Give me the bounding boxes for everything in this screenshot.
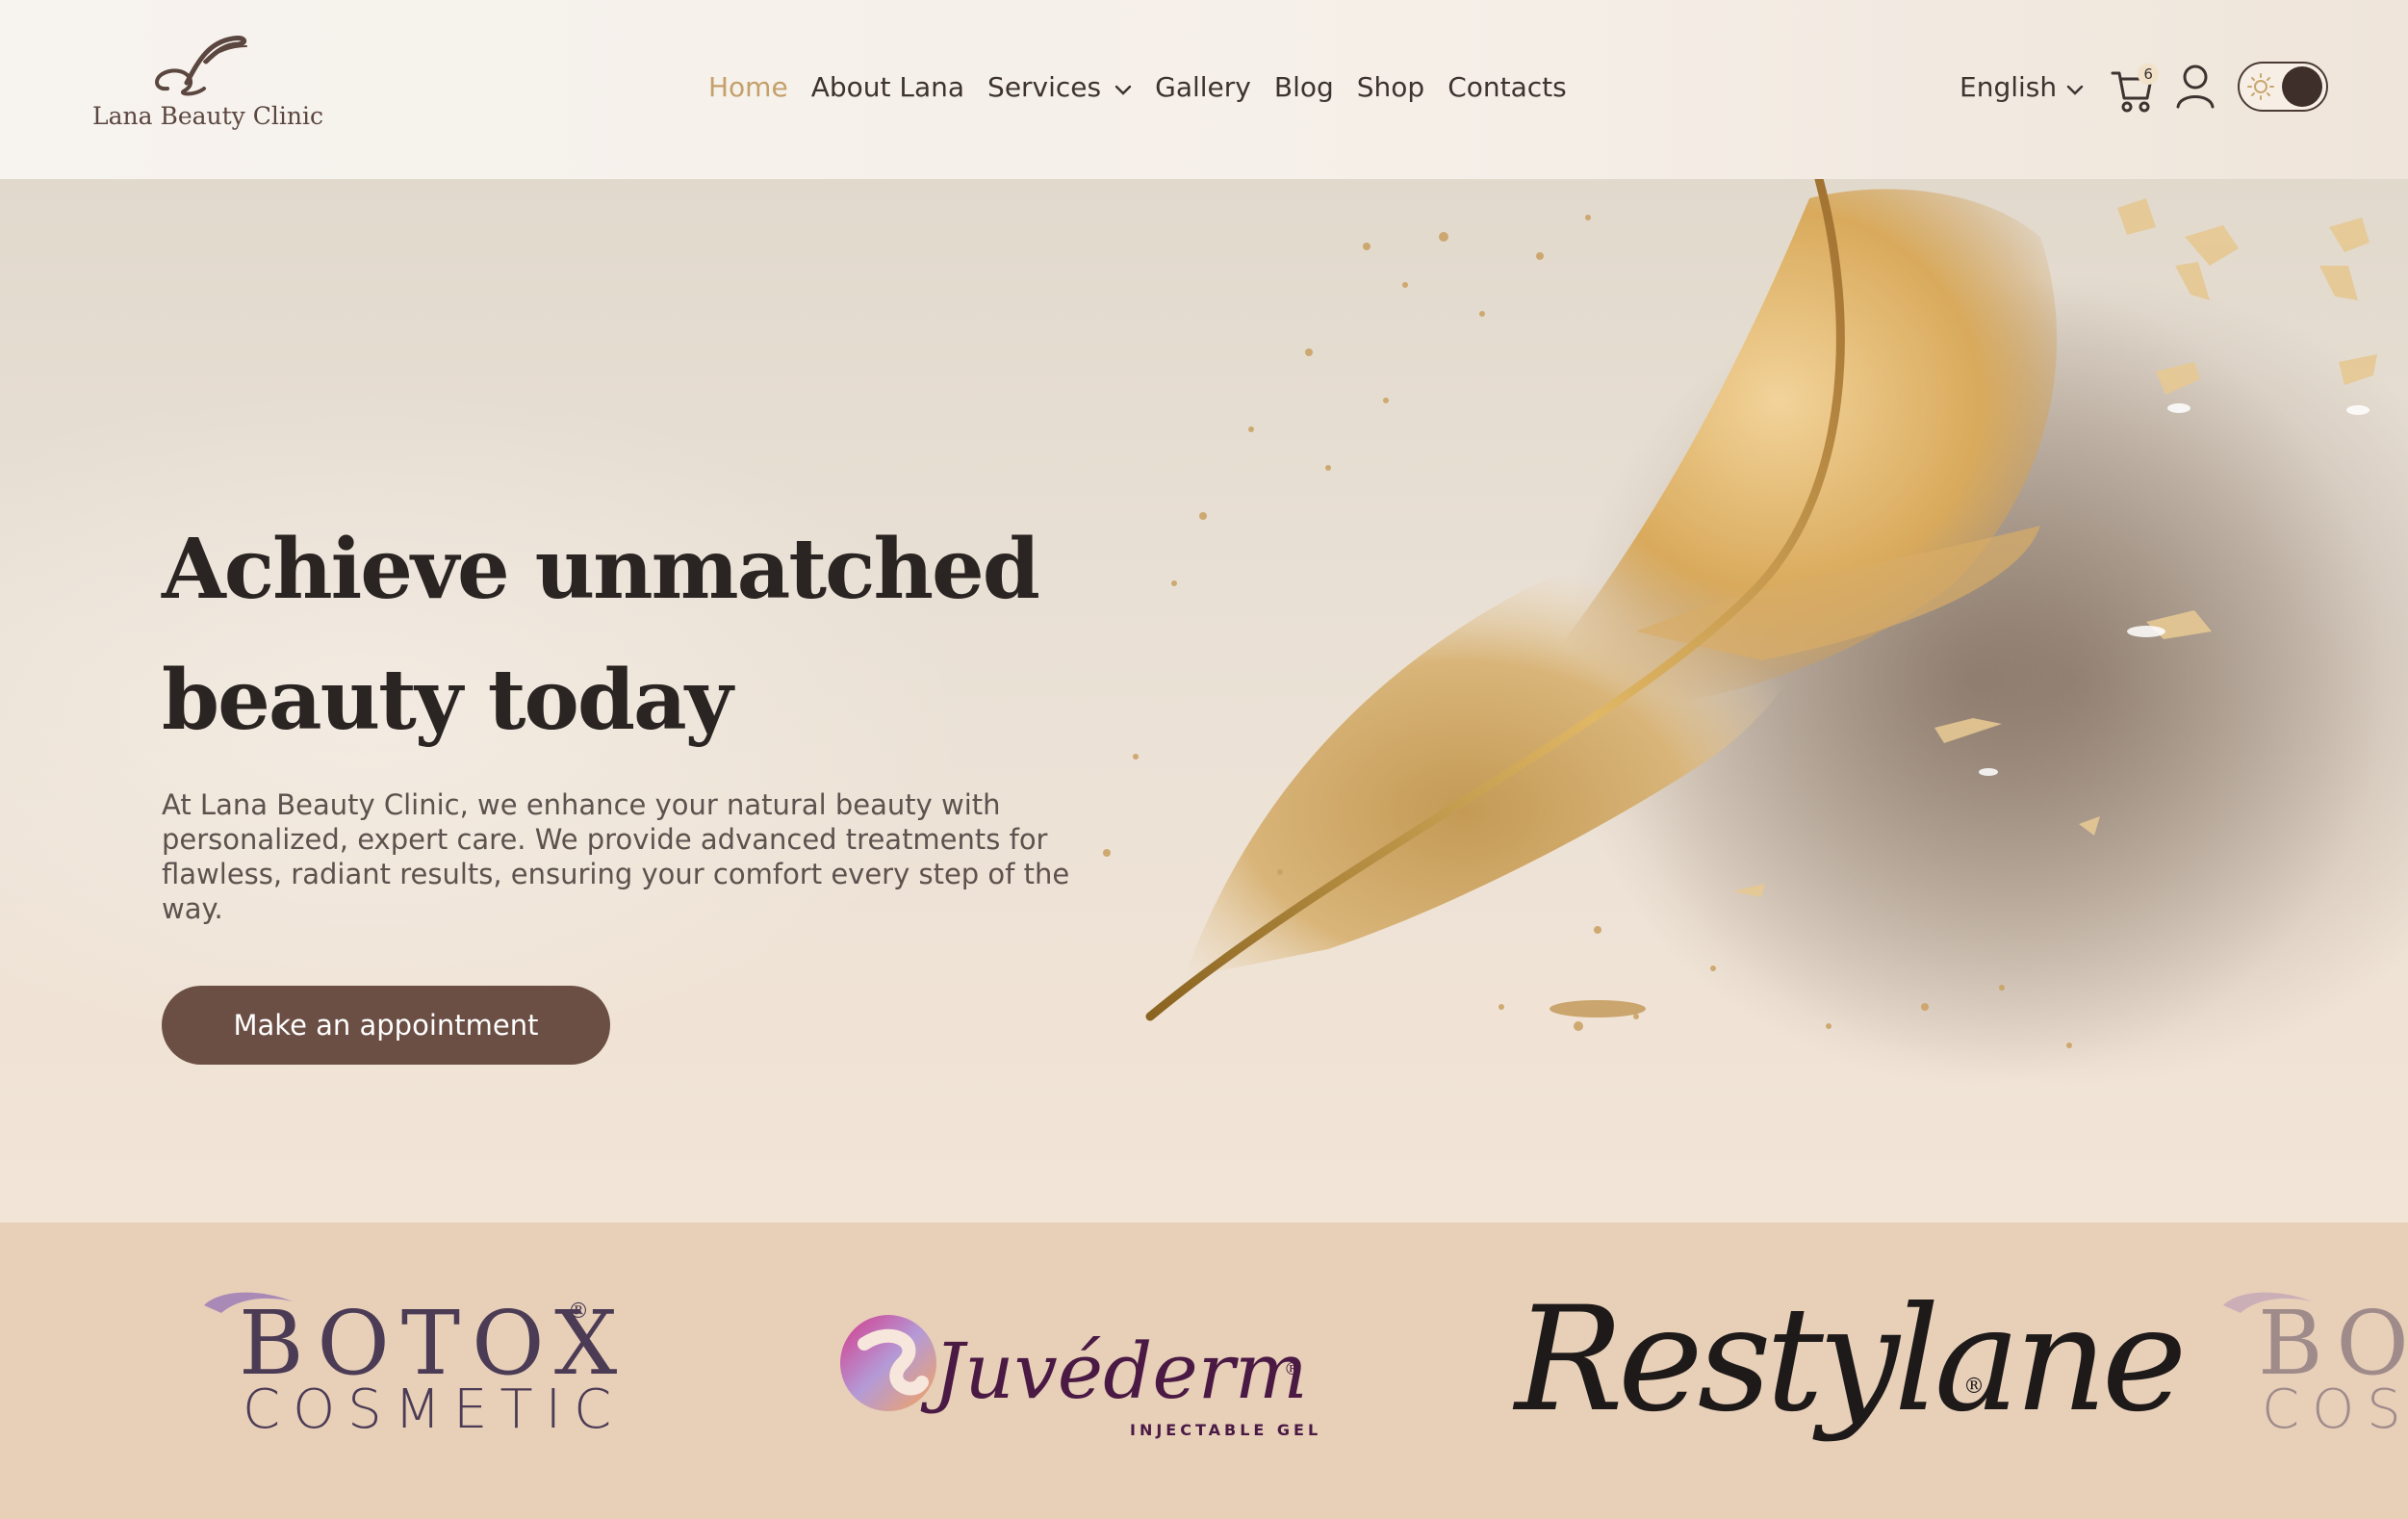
cart-count-badge: 6 (2138, 64, 2160, 85)
chevron-down-icon (2066, 71, 2084, 103)
logo-mark-icon (155, 36, 247, 96)
hero-title-line-2: beauty today (162, 652, 733, 749)
language-label: English (1960, 70, 2058, 103)
hero-section: Achieve unmatched beauty today At Lana B… (0, 179, 2408, 1223)
nav-item-gallery[interactable]: Gallery (1155, 71, 1251, 103)
nav-item-blog[interactable]: Blog (1274, 71, 1334, 103)
logo[interactable]: Lana Beauty Clinic (92, 33, 323, 139)
sun-icon (2247, 73, 2275, 100)
botox-cosmetic-wordmark: COSMETIC (2262, 1378, 2408, 1441)
theme-toggle[interactable] (2238, 62, 2329, 112)
partner-brands-strip: BOTOX ® COSMETIC Juvéderm ® INJECTABLE G… (0, 1223, 2408, 1519)
nav-item-about-lana[interactable]: About Lana (811, 71, 964, 103)
toggle-knob (2282, 66, 2323, 107)
make-appointment-button[interactable]: Make an appointment (162, 986, 610, 1065)
header-tools: English 6 (1960, 56, 2329, 117)
hero-title-line-1: Achieve unmatched (162, 521, 1040, 618)
language-selector[interactable]: English (1960, 71, 2084, 103)
logo-text: Lana Beauty Clinic (92, 102, 323, 130)
main-nav: Home About Lana Services Gallery Blog Sh… (708, 67, 1590, 106)
botox-cosmetic-logo-repeat: BOTOX COSMETIC (0, 1223, 2408, 1519)
site-header: Lana Beauty Clinic Home About Lana Servi… (0, 0, 2408, 179)
account-button[interactable] (2174, 63, 2216, 111)
nav-item-shop[interactable]: Shop (1357, 71, 1424, 103)
nav-item-services-label: Services (987, 70, 1102, 103)
nav-item-contacts[interactable]: Contacts (1447, 71, 1567, 103)
cart-button[interactable]: 6 (2111, 62, 2160, 113)
user-icon (2176, 64, 2215, 109)
chevron-down-icon (1114, 71, 1132, 103)
nav-item-services[interactable]: Services (987, 71, 1132, 103)
hero-title: Achieve unmatched beauty today (162, 504, 1124, 766)
nav-item-home[interactable]: Home (708, 71, 788, 103)
hero-description: At Lana Beauty Clinic, we enhance your n… (162, 788, 1070, 925)
